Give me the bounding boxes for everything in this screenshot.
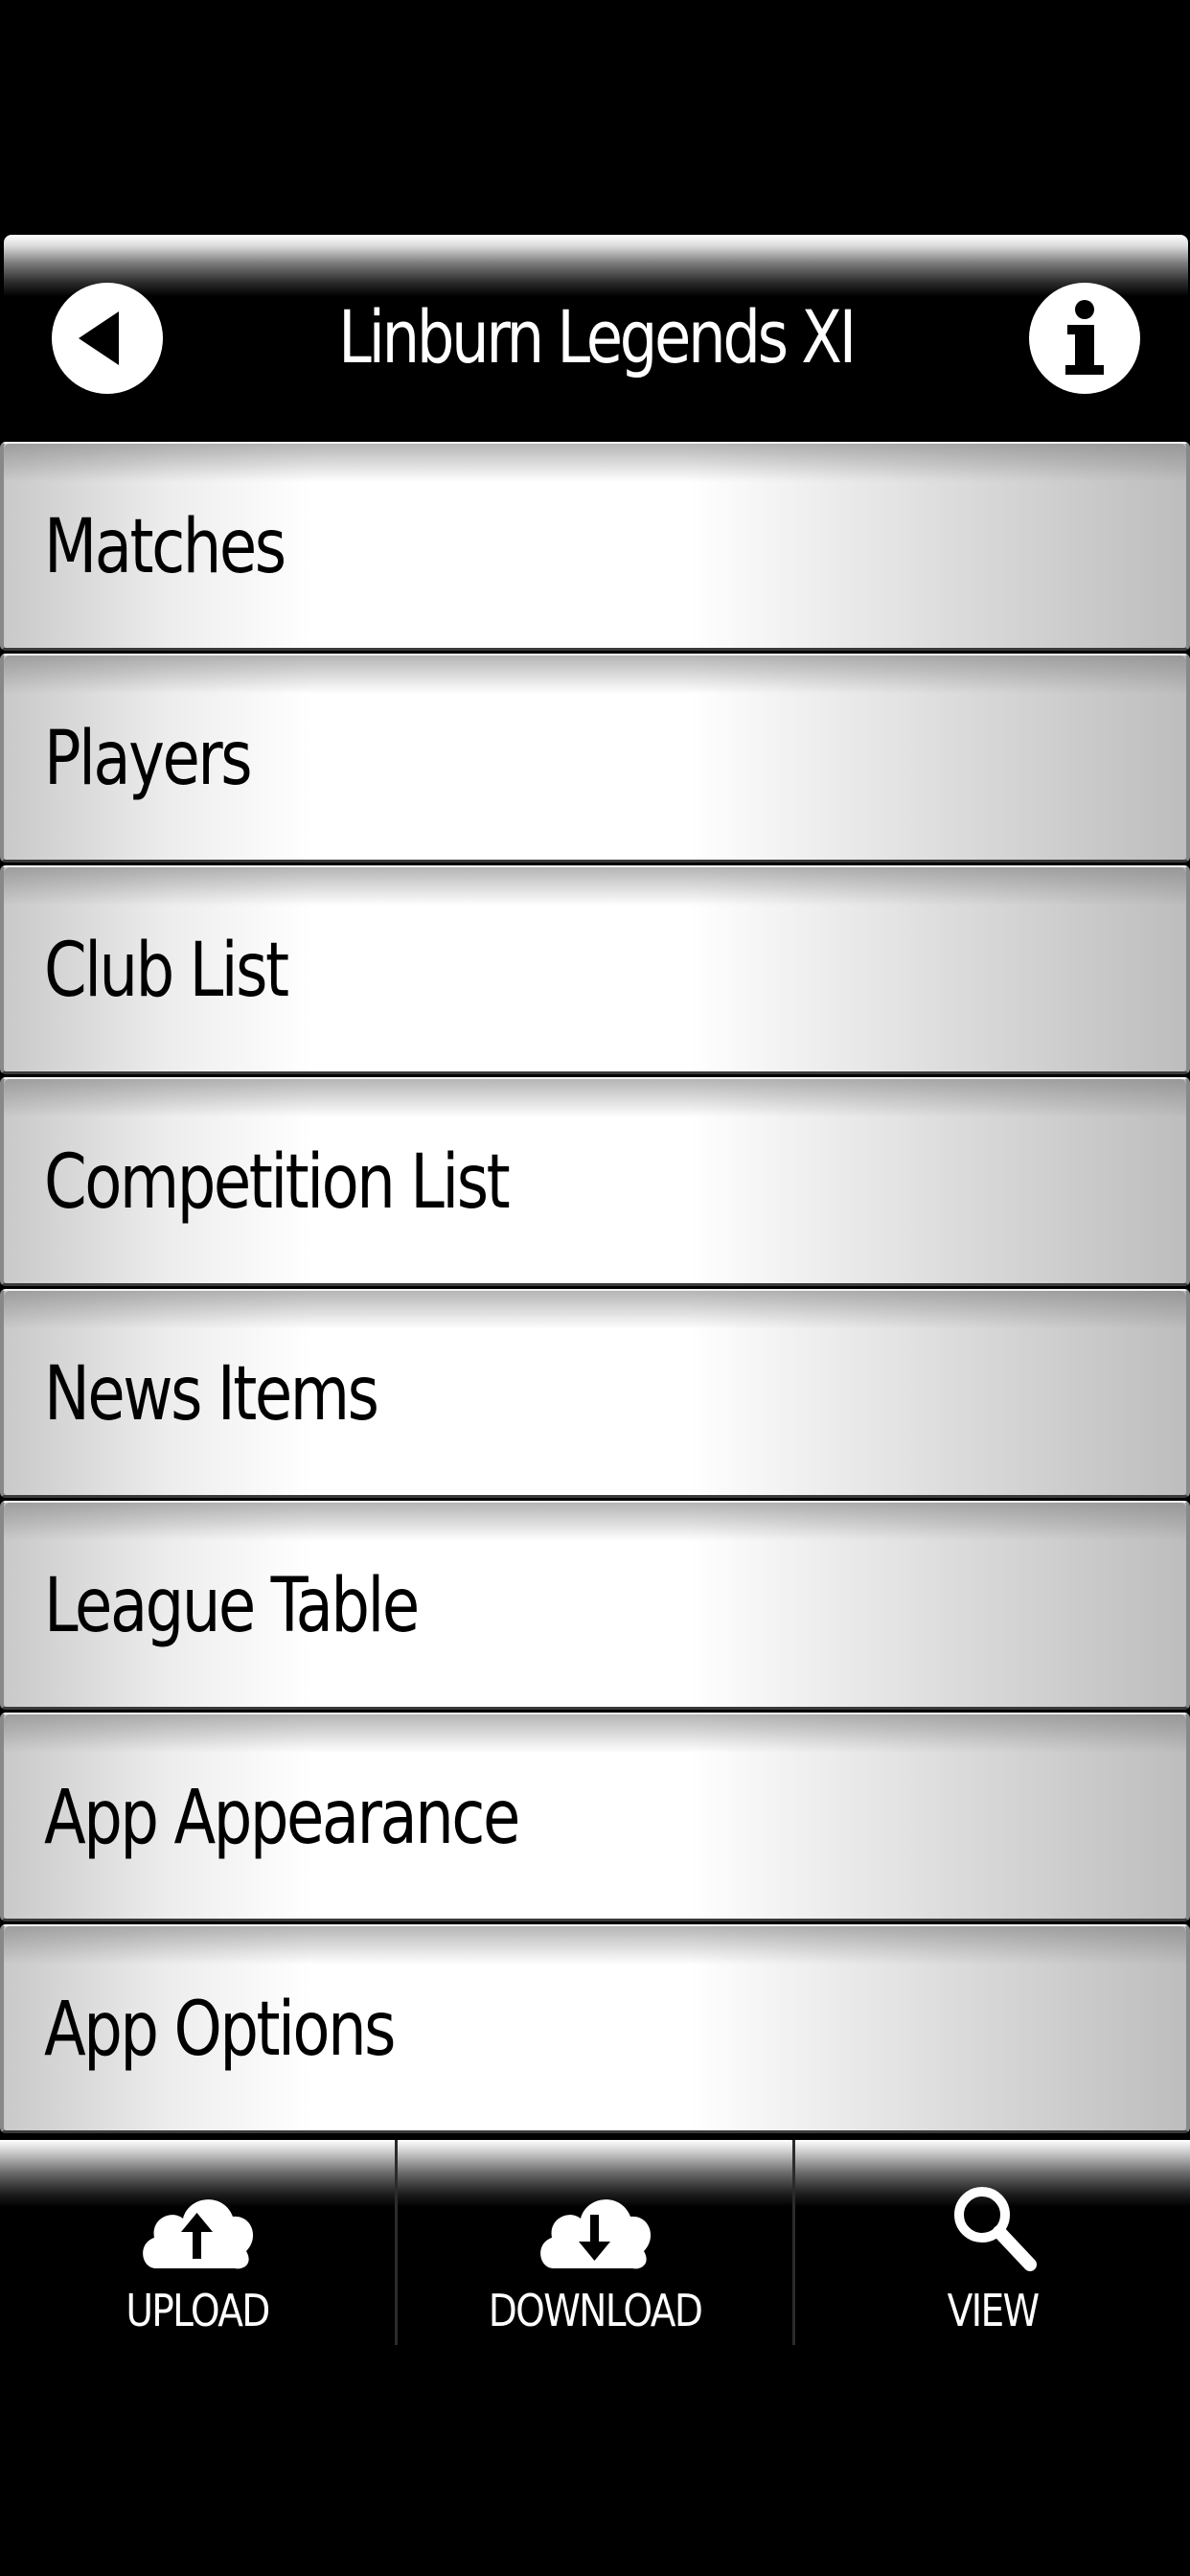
view-button[interactable]: VIEW: [795, 2140, 1190, 2345]
menu-item-label: News Items: [44, 1351, 379, 1438]
menu-item-app-options[interactable]: App Options: [0, 1924, 1190, 2133]
menu-item-news-items[interactable]: News Items: [0, 1289, 1190, 1498]
menu-item-app-appearance[interactable]: App Appearance: [0, 1713, 1190, 1921]
upload-button[interactable]: UPLOAD: [0, 2140, 398, 2345]
bottom-toolbar: UPLOAD DOWNLOAD VIEW: [0, 2140, 1190, 2345]
download-label: DOWNLOAD: [488, 2285, 703, 2336]
view-label: VIEW: [947, 2285, 1041, 2336]
menu-item-matches[interactable]: Matches: [0, 442, 1190, 651]
menu-item-label: League Table: [44, 1563, 420, 1649]
menu-item-label: Competition List: [44, 1139, 511, 1226]
menu-item-label: Players: [44, 716, 253, 802]
menu-item-label: Club List: [44, 928, 289, 1014]
search-icon: [930, 2176, 1055, 2282]
menu-item-league-table[interactable]: League Table: [0, 1501, 1190, 1710]
menu-item-label: Matches: [44, 504, 286, 590]
page-title: Linburn Legends XI: [338, 294, 857, 380]
cloud-download-icon: [533, 2176, 657, 2282]
menu-item-players[interactable]: Players: [0, 654, 1190, 862]
upload-label: UPLOAD: [126, 2285, 270, 2336]
info-icon: [1029, 283, 1140, 394]
header-bar: Linburn Legends XI: [4, 235, 1188, 442]
menu-item-competition-list[interactable]: Competition List: [0, 1077, 1190, 1286]
app-screen: Linburn Legends XI Matches Players Club …: [0, 235, 1190, 2345]
menu-item-label: App Appearance: [44, 1775, 520, 1861]
menu-item-label: App Options: [44, 1987, 396, 2073]
menu-item-club-list[interactable]: Club List: [0, 865, 1190, 1074]
cloud-upload-icon: [135, 2176, 260, 2282]
download-button[interactable]: DOWNLOAD: [398, 2140, 795, 2345]
main-menu: Matches Players Club List Competition Li…: [0, 442, 1190, 2136]
info-button[interactable]: [1027, 281, 1142, 396]
